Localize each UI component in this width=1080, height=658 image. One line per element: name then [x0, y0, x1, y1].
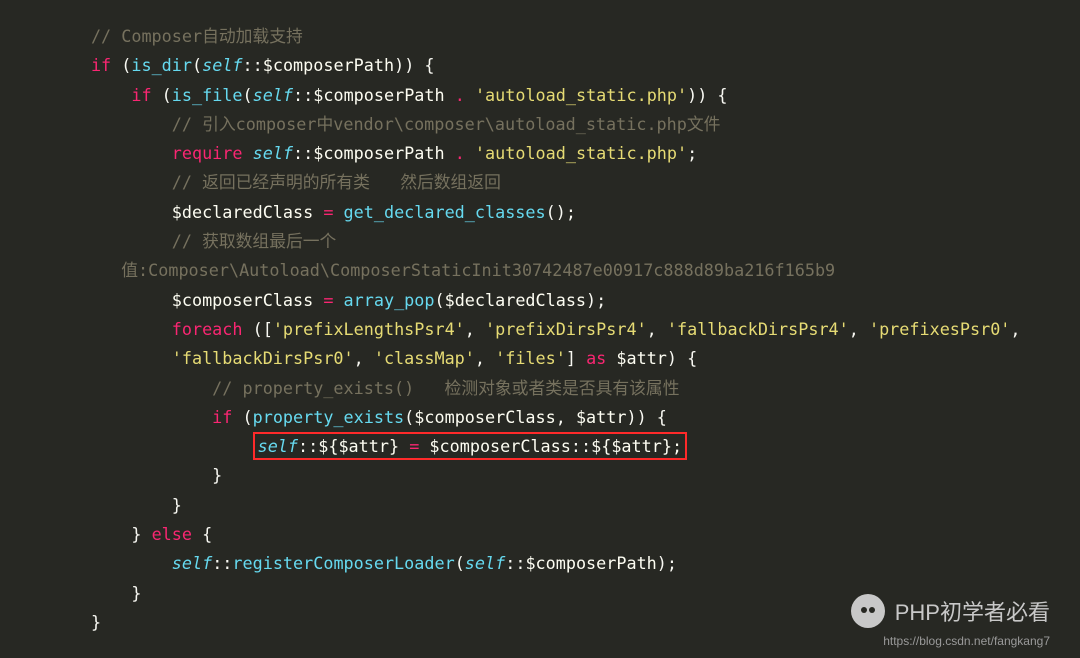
watermark: PHP初学者必看 — [851, 594, 1050, 628]
code-line: } — [0, 583, 141, 603]
comment: // property_exists() 检测对象或者类是否具有该属性 — [212, 378, 679, 398]
code-line: // 引入composer中vendor\composer\autoload_s… — [0, 114, 720, 134]
code-line: } else { — [0, 524, 212, 544]
code-line: // 返回已经声明的所有类 然后数组返回 — [0, 172, 501, 192]
watermark-text: PHP初学者必看 — [895, 595, 1050, 627]
code-line: 值:Composer\Autoload\ComposerStaticInit30… — [0, 260, 835, 280]
watermark-url: https://blog.csdn.net/fangkang7 — [883, 634, 1050, 648]
code-line: require self::$composerPath . 'autoload_… — [0, 143, 697, 163]
code-line: } — [0, 495, 182, 515]
wechat-icon — [851, 594, 885, 628]
code-line: $composerClass = array_pop($declaredClas… — [0, 290, 606, 310]
code-line: } — [0, 612, 101, 632]
code-line: self::${$attr} = $composerClass::${$attr… — [0, 436, 687, 456]
comment: // 返回已经声明的所有类 然后数组返回 — [172, 172, 501, 192]
code-line: // 获取数组最后一个 — [0, 231, 336, 251]
code-line: if (is_file(self::$composerPath . 'autol… — [0, 85, 728, 105]
code-line: self::registerComposerLoader(self::$comp… — [0, 553, 677, 573]
highlighted-line: self::${$attr} = $composerClass::${$attr… — [253, 432, 687, 460]
comment: // 引入composer中vendor\composer\autoload_s… — [172, 114, 721, 134]
comment: // 获取数组最后一个 — [172, 231, 337, 251]
code-line: } — [0, 465, 222, 485]
code-line: if (property_exists($composerClass, $att… — [0, 407, 667, 427]
code-line: 'fallbackDirsPsr0', 'classMap', 'files']… — [0, 348, 697, 368]
code-line: if (is_dir(self::$composerPath)) { — [0, 55, 435, 75]
comment: 值:Composer\Autoload\ComposerStaticInit30… — [121, 260, 835, 280]
comment: // Composer自动加载支持 — [91, 26, 303, 46]
code-block: // Composer自动加载支持 if (is_dir(self::$comp… — [0, 0, 1080, 637]
code-line: $declaredClass = get_declared_classes(); — [0, 202, 576, 222]
code-line: // Composer自动加载支持 — [0, 26, 303, 46]
code-line: foreach (['prefixLengthsPsr4', 'prefixDi… — [0, 319, 1021, 339]
code-line: // property_exists() 检测对象或者类是否具有该属性 — [0, 378, 679, 398]
